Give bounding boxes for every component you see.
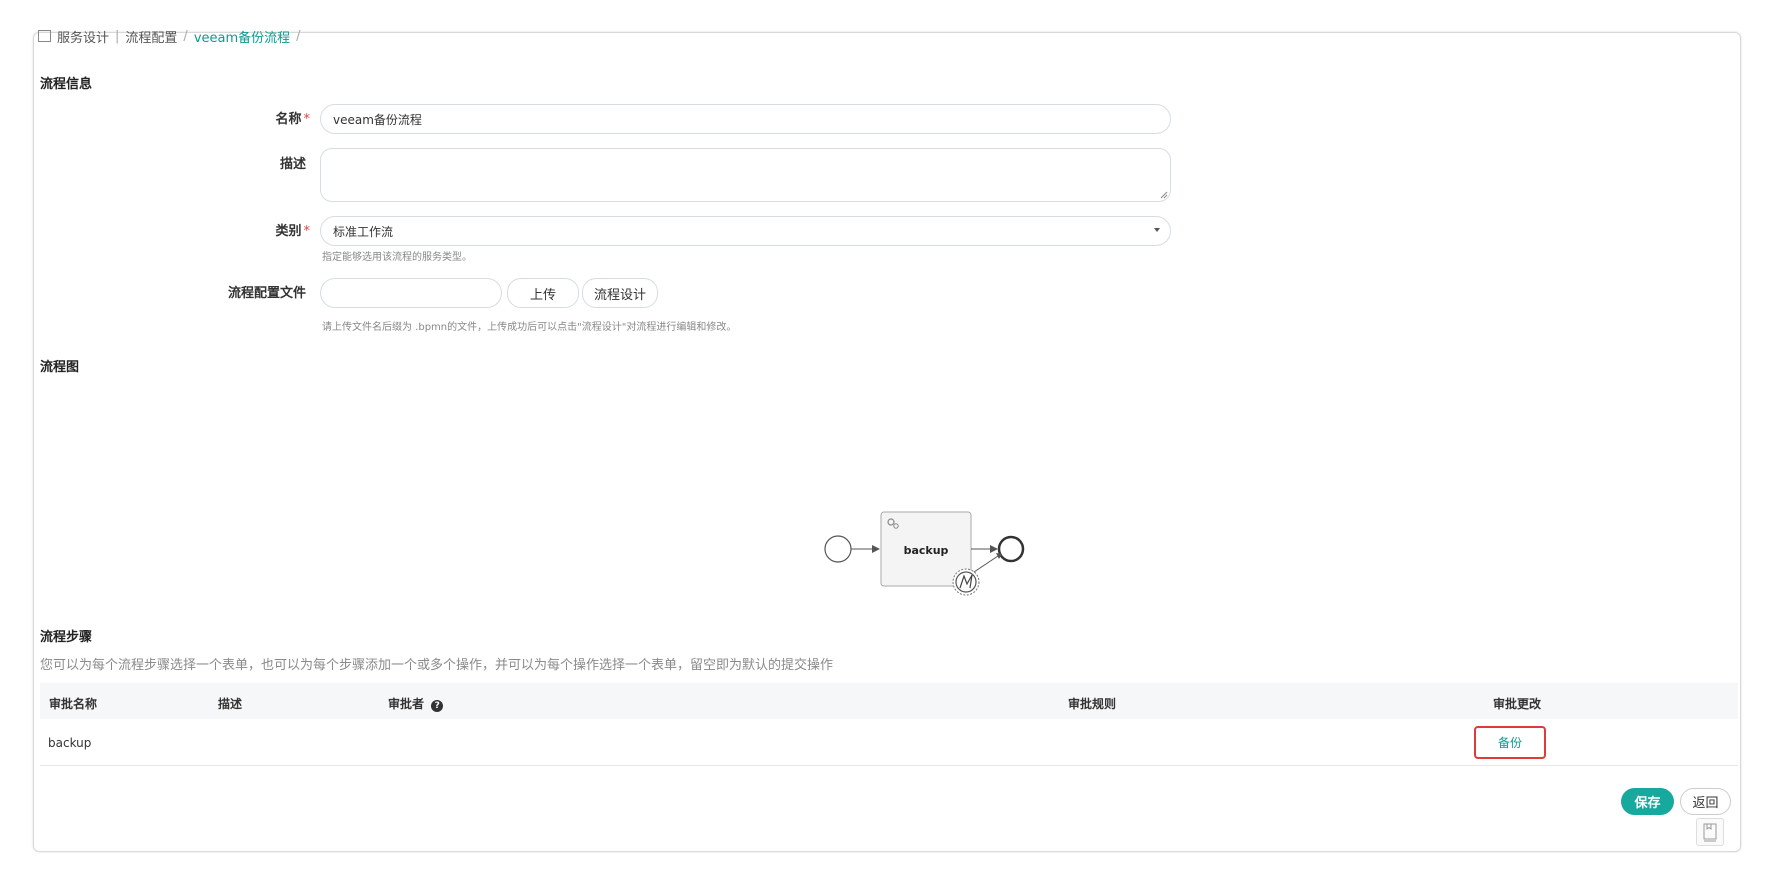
resize-handle-icon[interactable] <box>1160 191 1168 199</box>
cell-name: backup <box>48 736 92 750</box>
end-event[interactable] <box>997 535 1025 563</box>
change-backup-button[interactable]: 备份 <box>1474 726 1546 759</box>
arrow-icon <box>872 545 880 553</box>
task-label: backup <box>904 544 949 557</box>
breadcrumb-separator: / <box>183 28 188 44</box>
breadcrumb-separator: | <box>115 28 120 44</box>
column-header-desc: 描述 <box>218 697 243 711</box>
process-design-button[interactable]: 流程设计 <box>582 278 658 308</box>
image-icon <box>38 30 51 42</box>
category-label: 类别 * <box>275 224 310 239</box>
bpmn-diagram[interactable]: backup <box>820 508 1040 608</box>
steps-title: 流程步骤 <box>40 630 93 645</box>
breadcrumb-item-current: veeam备份流程 <box>193 30 291 46</box>
category-select-value: 标准工作流 <box>333 224 394 239</box>
desc-label: 描述 <box>279 157 306 172</box>
name-label: 名称 * <box>275 112 310 127</box>
name-input-value: veeam备份流程 <box>333 112 422 127</box>
breadcrumb-item-service-design[interactable]: 服务设计 <box>57 27 109 46</box>
name-input[interactable]: veeam备份流程 <box>320 104 1171 134</box>
caret-down-icon <box>1154 228 1160 232</box>
process-info-title: 流程信息 <box>40 77 93 92</box>
category-select[interactable]: 标准工作流 <box>320 216 1171 246</box>
column-header-approver: 审批者 ? <box>388 695 444 712</box>
column-header-change: 审批更改 <box>1493 697 1542 711</box>
desc-textarea[interactable] <box>320 148 1171 202</box>
diagram-title: 流程图 <box>40 360 80 375</box>
save-button[interactable]: 保存 <box>1621 788 1674 815</box>
breadcrumb: 服务设计 | 流程配置 / veeam备份流程 / <box>38 27 307 46</box>
column-header-rule: 审批规则 <box>1068 697 1117 711</box>
arrow-icon <box>990 545 998 553</box>
start-event[interactable] <box>824 535 852 563</box>
category-hint: 指定能够选用该流程的服务类型。 <box>322 252 472 263</box>
config-file-input[interactable] <box>320 278 502 308</box>
breadcrumb-separator: / <box>296 28 301 44</box>
config-file-hint: 请上传文件名后缀为 .bpmn的文件，上传成功后可以点击"流程设计"对流程进行编… <box>322 322 737 333</box>
bookmark-icon[interactable] <box>1696 818 1724 846</box>
upload-button[interactable]: 上传 <box>507 278 579 308</box>
sequence-flow-error <box>973 555 999 573</box>
boundary-error-event-icon[interactable] <box>952 568 980 596</box>
column-header-name: 审批名称 <box>49 697 98 711</box>
config-file-label: 流程配置文件 <box>227 286 306 301</box>
breadcrumb-item-process-config[interactable]: 流程配置 <box>125 27 177 46</box>
steps-table-header: 审批名称 描述 审批者 ? 审批规则 审批更改 <box>40 683 1738 719</box>
question-circle-icon[interactable]: ? <box>431 700 444 712</box>
steps-description: 您可以为每个流程步骤选择一个表单，也可以为每个步骤添加一个或多个操作，并可以为每… <box>40 658 834 673</box>
back-button[interactable]: 返回 <box>1680 788 1731 815</box>
